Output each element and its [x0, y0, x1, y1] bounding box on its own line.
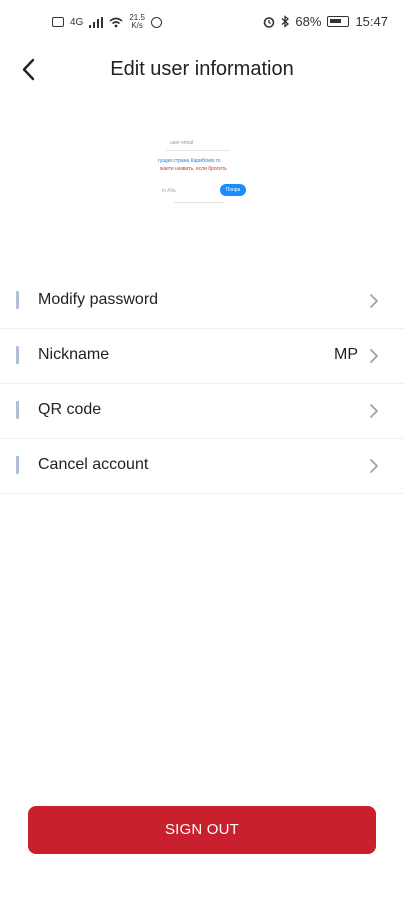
profile-image[interactable]: user email гущая страна Карибских го жае… [148, 136, 252, 206]
net-speed: 21.5 K/s [129, 14, 145, 30]
clock: 15:47 [355, 14, 388, 29]
menu-item-label: Nickname [38, 346, 110, 363]
menu-item-label: Modify password [38, 291, 159, 308]
battery-percent: 68% [295, 14, 322, 29]
settings-menu: Modify password Nickname MP QR code Canc… [0, 274, 404, 494]
signal-icon [89, 16, 104, 28]
wifi-icon [109, 17, 123, 27]
status-bar-right: 68% 15:47 [263, 14, 388, 29]
chevron-right-icon [370, 404, 378, 418]
menu-item-cancel-account[interactable]: Cancel account [0, 439, 404, 494]
status-bar-left: 4G 21.5 K/s [52, 14, 162, 30]
menu-item-accent [16, 456, 19, 474]
page-title: Edit user information [110, 58, 294, 80]
menu-item-nickname[interactable]: Nickname MP [0, 329, 404, 384]
preview-email-text: user email [170, 140, 194, 146]
chevron-right-icon [370, 349, 378, 363]
app-indicator-icon [150, 16, 162, 28]
menu-item-accent [16, 291, 19, 309]
sign-out-button[interactable]: SIGN OUT [28, 806, 376, 854]
menu-item-label: QR code [38, 401, 102, 418]
preview-text-blue: гущая страна Карибских го [158, 158, 221, 164]
preview-input-line [174, 202, 224, 203]
preview-text-red: жаете назвать, если бросить [160, 166, 227, 172]
menu-item-modify-password[interactable]: Modify password [0, 274, 404, 329]
menu-item-label: Cancel account [38, 456, 149, 473]
notification-icon [52, 17, 64, 27]
preview-button: Понра [220, 184, 246, 196]
bluetooth-icon [281, 15, 290, 28]
menu-item-accent [16, 346, 19, 364]
menu-item-accent [16, 401, 19, 419]
net-speed-unit: K/s [131, 21, 143, 30]
preview-input-text: Ie Alla [162, 188, 176, 194]
network-type-label: 4G [70, 16, 84, 28]
alarm-icon [264, 16, 275, 28]
preview-line [166, 150, 230, 151]
battery-icon [327, 16, 350, 27]
status-bar: 4G 21.5 K/s 68% 15:47 [0, 0, 404, 48]
chevron-right-icon [370, 459, 378, 473]
header: Edit user information [0, 48, 404, 92]
menu-item-qr-code[interactable]: QR code [0, 384, 404, 439]
nickname-value: MP [334, 346, 358, 363]
chevron-right-icon [370, 294, 378, 308]
